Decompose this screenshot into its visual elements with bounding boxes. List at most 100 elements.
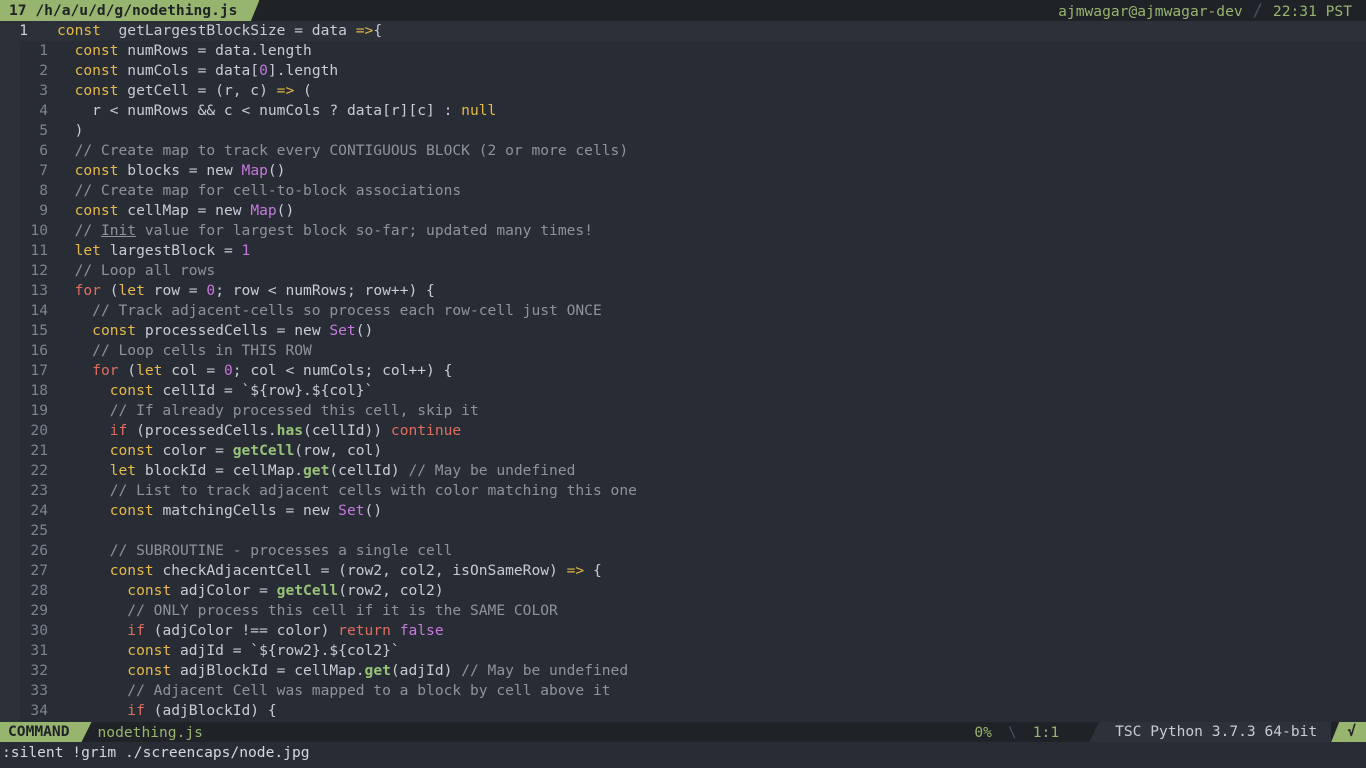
code-token: // May be undefined bbox=[408, 462, 576, 479]
line-number: 28 bbox=[30, 582, 48, 599]
line-text: const getLargestBlockSize = data =>{ bbox=[57, 21, 382, 41]
line-number: 2 bbox=[39, 62, 48, 79]
code-line[interactable]: 5 ) bbox=[0, 121, 1366, 141]
code-line[interactable]: 20 if (processedCells.has(cellId)) conti… bbox=[0, 421, 1366, 441]
clock: 22:31 PST bbox=[1272, 2, 1352, 20]
line-number: 1 bbox=[39, 42, 48, 59]
code-token: => bbox=[355, 22, 374, 39]
line-number: 18 bbox=[30, 382, 48, 399]
code-line[interactable]: 9 const cellMap = new Map() bbox=[0, 201, 1366, 221]
code-line[interactable]: 13 for (let row = 0; row < numRows; row+… bbox=[0, 281, 1366, 301]
code-line[interactable]: 16 // Loop cells in THIS ROW bbox=[0, 341, 1366, 361]
code-line[interactable]: 1 const numRows = data.length bbox=[0, 41, 1366, 61]
mode-indicator: COMMAND bbox=[0, 722, 92, 742]
code-line[interactable]: 27 const checkAdjacentCell = (row2, col2… bbox=[0, 561, 1366, 581]
code-token: () bbox=[355, 322, 374, 339]
line-number: 31 bbox=[30, 642, 48, 659]
code-token: ( bbox=[100, 282, 119, 299]
code-line[interactable]: 17 for (let col = 0; col < numCols; col+… bbox=[0, 361, 1366, 381]
line-number: 27 bbox=[30, 562, 48, 579]
code-line[interactable]: 7 const blocks = new Map() bbox=[0, 161, 1366, 181]
command-line[interactable]: :silent !grim ./screencaps/node.jpg bbox=[2, 742, 310, 764]
code-line[interactable]: 15 const processedCells = new Set() bbox=[0, 321, 1366, 341]
code-line[interactable]: 10 // Init value for largest block so-fa… bbox=[0, 221, 1366, 241]
code-token: // If already processed this cell, skip … bbox=[109, 402, 479, 419]
code-line[interactable]: 19 // If already processed this cell, sk… bbox=[0, 401, 1366, 421]
line-number: 9 bbox=[39, 202, 48, 219]
code-line[interactable]: 24 const matchingCells = new Set() bbox=[0, 501, 1366, 521]
code-line[interactable]: 29 // ONLY process this cell if it is th… bbox=[0, 601, 1366, 621]
code-token: cellId = `${row}.${col}` bbox=[153, 382, 374, 399]
line-number: 33 bbox=[30, 682, 48, 699]
line-text: const adjId = `${row2}.${col2}` bbox=[57, 641, 399, 661]
code-line[interactable]: 2 const numCols = data[0].length bbox=[0, 61, 1366, 81]
code-token: continue bbox=[390, 422, 462, 439]
code-line[interactable]: 18 const cellId = `${row}.${col}` bbox=[0, 381, 1366, 401]
code-token: ) bbox=[57, 122, 84, 139]
code-token: // bbox=[74, 222, 101, 239]
code-token: () bbox=[364, 502, 383, 519]
code-line[interactable]: 11 let largestBlock = 1 bbox=[0, 241, 1366, 261]
code-token: row = bbox=[144, 282, 207, 299]
code-token: ( bbox=[118, 362, 137, 379]
code-token: () bbox=[267, 162, 286, 179]
code-line[interactable]: 4 r < numRows && c < numCols ? data[r][c… bbox=[0, 101, 1366, 121]
code-token: color = bbox=[153, 442, 233, 459]
line-text: if (processedCells.has(cellId)) continue bbox=[57, 421, 461, 441]
code-token: false bbox=[399, 622, 444, 639]
code-line[interactable]: 3 const getCell = (r, c) => ( bbox=[0, 81, 1366, 101]
line-number: 15 bbox=[30, 322, 48, 339]
code-line[interactable]: 32 const adjBlockId = cellMap.get(adjId)… bbox=[0, 661, 1366, 681]
line-number: 21 bbox=[30, 442, 48, 459]
line-text: // Track adjacent-cells so process each … bbox=[57, 301, 602, 321]
code-token: processedCells = new bbox=[136, 322, 330, 339]
code-line-current[interactable]: 1 const getLargestBlockSize = data =>{ bbox=[0, 21, 1366, 41]
code-token: const bbox=[127, 582, 172, 599]
code-line[interactable]: 26 // SUBROUTINE - processes a single ce… bbox=[0, 541, 1366, 561]
line-text: const checkAdjacentCell = (row2, col2, i… bbox=[57, 561, 602, 581]
code-token: get bbox=[303, 462, 330, 479]
code-editor[interactable]: 1 const getLargestBlockSize = data =>{1 c… bbox=[0, 21, 1366, 722]
code-token: getLargestBlockSize = data bbox=[100, 22, 356, 39]
code-token: value for largest block so-far; updated … bbox=[136, 222, 593, 239]
code-line[interactable]: 25 bbox=[0, 521, 1366, 541]
code-line[interactable]: 31 const adjId = `${row2}.${col2}` bbox=[0, 641, 1366, 661]
code-line[interactable]: 34 if (adjBlockId) { bbox=[0, 701, 1366, 721]
code-line[interactable]: 14 // Track adjacent-cells so process ea… bbox=[0, 301, 1366, 321]
code-token: let bbox=[74, 242, 101, 259]
code-line[interactable]: 8 // Create map for cell-to-block associ… bbox=[0, 181, 1366, 201]
line-text: const processedCells = new Set() bbox=[57, 321, 373, 341]
code-token: // ONLY process this cell if it is the S… bbox=[127, 602, 558, 619]
code-token: (adjId) bbox=[390, 662, 462, 679]
top-tabline: 17 /h/a/u/d/g/nodething.js ajmwagar@ajmw… bbox=[0, 0, 1366, 22]
code-token: blockId = cellMap. bbox=[136, 462, 304, 479]
code-token: checkAdjacentCell = (row2, col2, isOnSam… bbox=[153, 562, 567, 579]
code-line[interactable]: 21 const color = getCell(row, col) bbox=[0, 441, 1366, 461]
code-token: numRows = data.length bbox=[118, 42, 312, 59]
tab-nodething[interactable]: 17 /h/a/u/d/g/nodething.js bbox=[0, 0, 259, 22]
code-line[interactable]: 33 // Adjacent Cell was mapped to a bloc… bbox=[0, 681, 1366, 701]
code-line[interactable]: 6 // Create map to track every CONTIGUOU… bbox=[0, 141, 1366, 161]
top-right-info: ajmwagar@ajmwagar-dev / 22:31 PST bbox=[1058, 0, 1366, 22]
code-token: // Track adjacent-cells so process each … bbox=[92, 302, 602, 319]
code-token: // List to track adjacent cells with col… bbox=[109, 482, 637, 499]
code-line[interactable]: 12 // Loop all rows bbox=[0, 261, 1366, 281]
line-number: 17 bbox=[30, 362, 48, 379]
code-line[interactable]: 28 const adjColor = getCell(row2, col2) bbox=[0, 581, 1366, 601]
code-line[interactable]: 23 // List to track adjacent cells with … bbox=[0, 481, 1366, 501]
code-token: const bbox=[109, 382, 154, 399]
code-line[interactable]: 22 let blockId = cellMap.get(cellId) // … bbox=[0, 461, 1366, 481]
code-line[interactable]: 30 if (adjColor !== color) return false bbox=[0, 621, 1366, 641]
line-number: 34 bbox=[30, 702, 48, 719]
line-text: const cellId = `${row}.${col}` bbox=[57, 381, 374, 401]
line-text: const getCell = (r, c) => ( bbox=[57, 81, 312, 101]
